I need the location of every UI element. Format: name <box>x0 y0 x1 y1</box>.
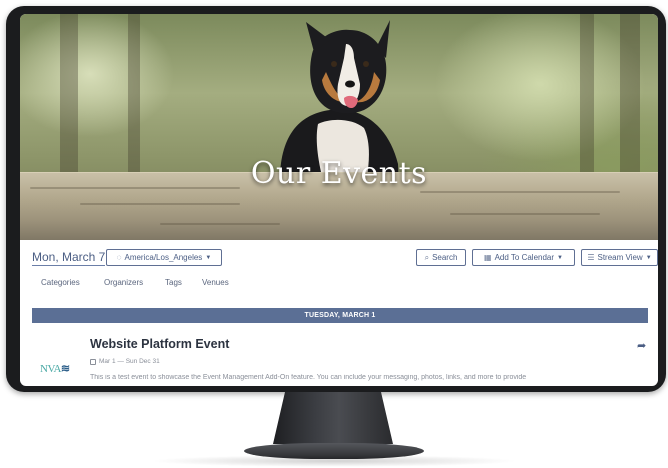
search-button[interactable]: ⌕ Search <box>416 249 466 266</box>
filter-bar: Categories Organizers Tags Venues <box>20 278 658 292</box>
event-date: Mar 1 — Sun Dec 31 <box>90 358 160 365</box>
monitor-stand-neck <box>273 392 393 444</box>
tree-trunk <box>580 14 594 174</box>
event-description: This is a test event to showcase the Eve… <box>90 374 527 381</box>
screen: Our Events Mon, March 7 ◌ America/Los_An… <box>20 14 658 386</box>
stream-view-button[interactable]: ☰ Stream View ▼ <box>581 249 658 266</box>
share-icon[interactable]: ➦ <box>637 339 646 352</box>
hero-banner: Our Events <box>20 14 658 240</box>
caret-down-icon: ▼ <box>557 254 563 261</box>
current-date-button[interactable]: Mon, March 7 <box>32 250 106 266</box>
organizer-logo: NVA≋ <box>40 363 70 375</box>
filter-venues[interactable]: Venues <box>202 278 229 287</box>
caret-down-icon: ▼ <box>205 254 212 261</box>
calendar-icon <box>90 358 96 365</box>
timezone-select[interactable]: ◌ America/Los_Angeles ▼ <box>106 249 222 266</box>
event-title[interactable]: Website Platform Event <box>90 337 229 351</box>
monitor-frame: Our Events Mon, March 7 ◌ America/Los_An… <box>6 6 666 392</box>
calendar-icon: ▦ <box>484 253 492 262</box>
tree-trunk <box>620 14 640 174</box>
search-icon: ⌕ <box>424 252 430 262</box>
filter-organizers[interactable]: Organizers <box>104 278 143 287</box>
tree-trunk <box>60 14 78 174</box>
caret-down-icon: ▼ <box>645 254 652 261</box>
filter-tags[interactable]: Tags <box>165 278 182 287</box>
tree-trunk <box>128 14 140 174</box>
floor-shadow <box>150 455 518 467</box>
filter-categories[interactable]: Categories <box>41 278 80 287</box>
events-toolbar: Mon, March 7 ◌ America/Los_Angeles ▼ ⌕ S… <box>20 248 658 270</box>
day-header: TUESDAY, MARCH 1 <box>32 308 648 323</box>
list-icon: ☰ <box>587 253 595 262</box>
globe-icon: ◌ <box>116 253 122 262</box>
hero-title: Our Events <box>250 156 428 191</box>
add-to-calendar-button[interactable]: ▦ Add To Calendar ▼ <box>472 249 575 266</box>
